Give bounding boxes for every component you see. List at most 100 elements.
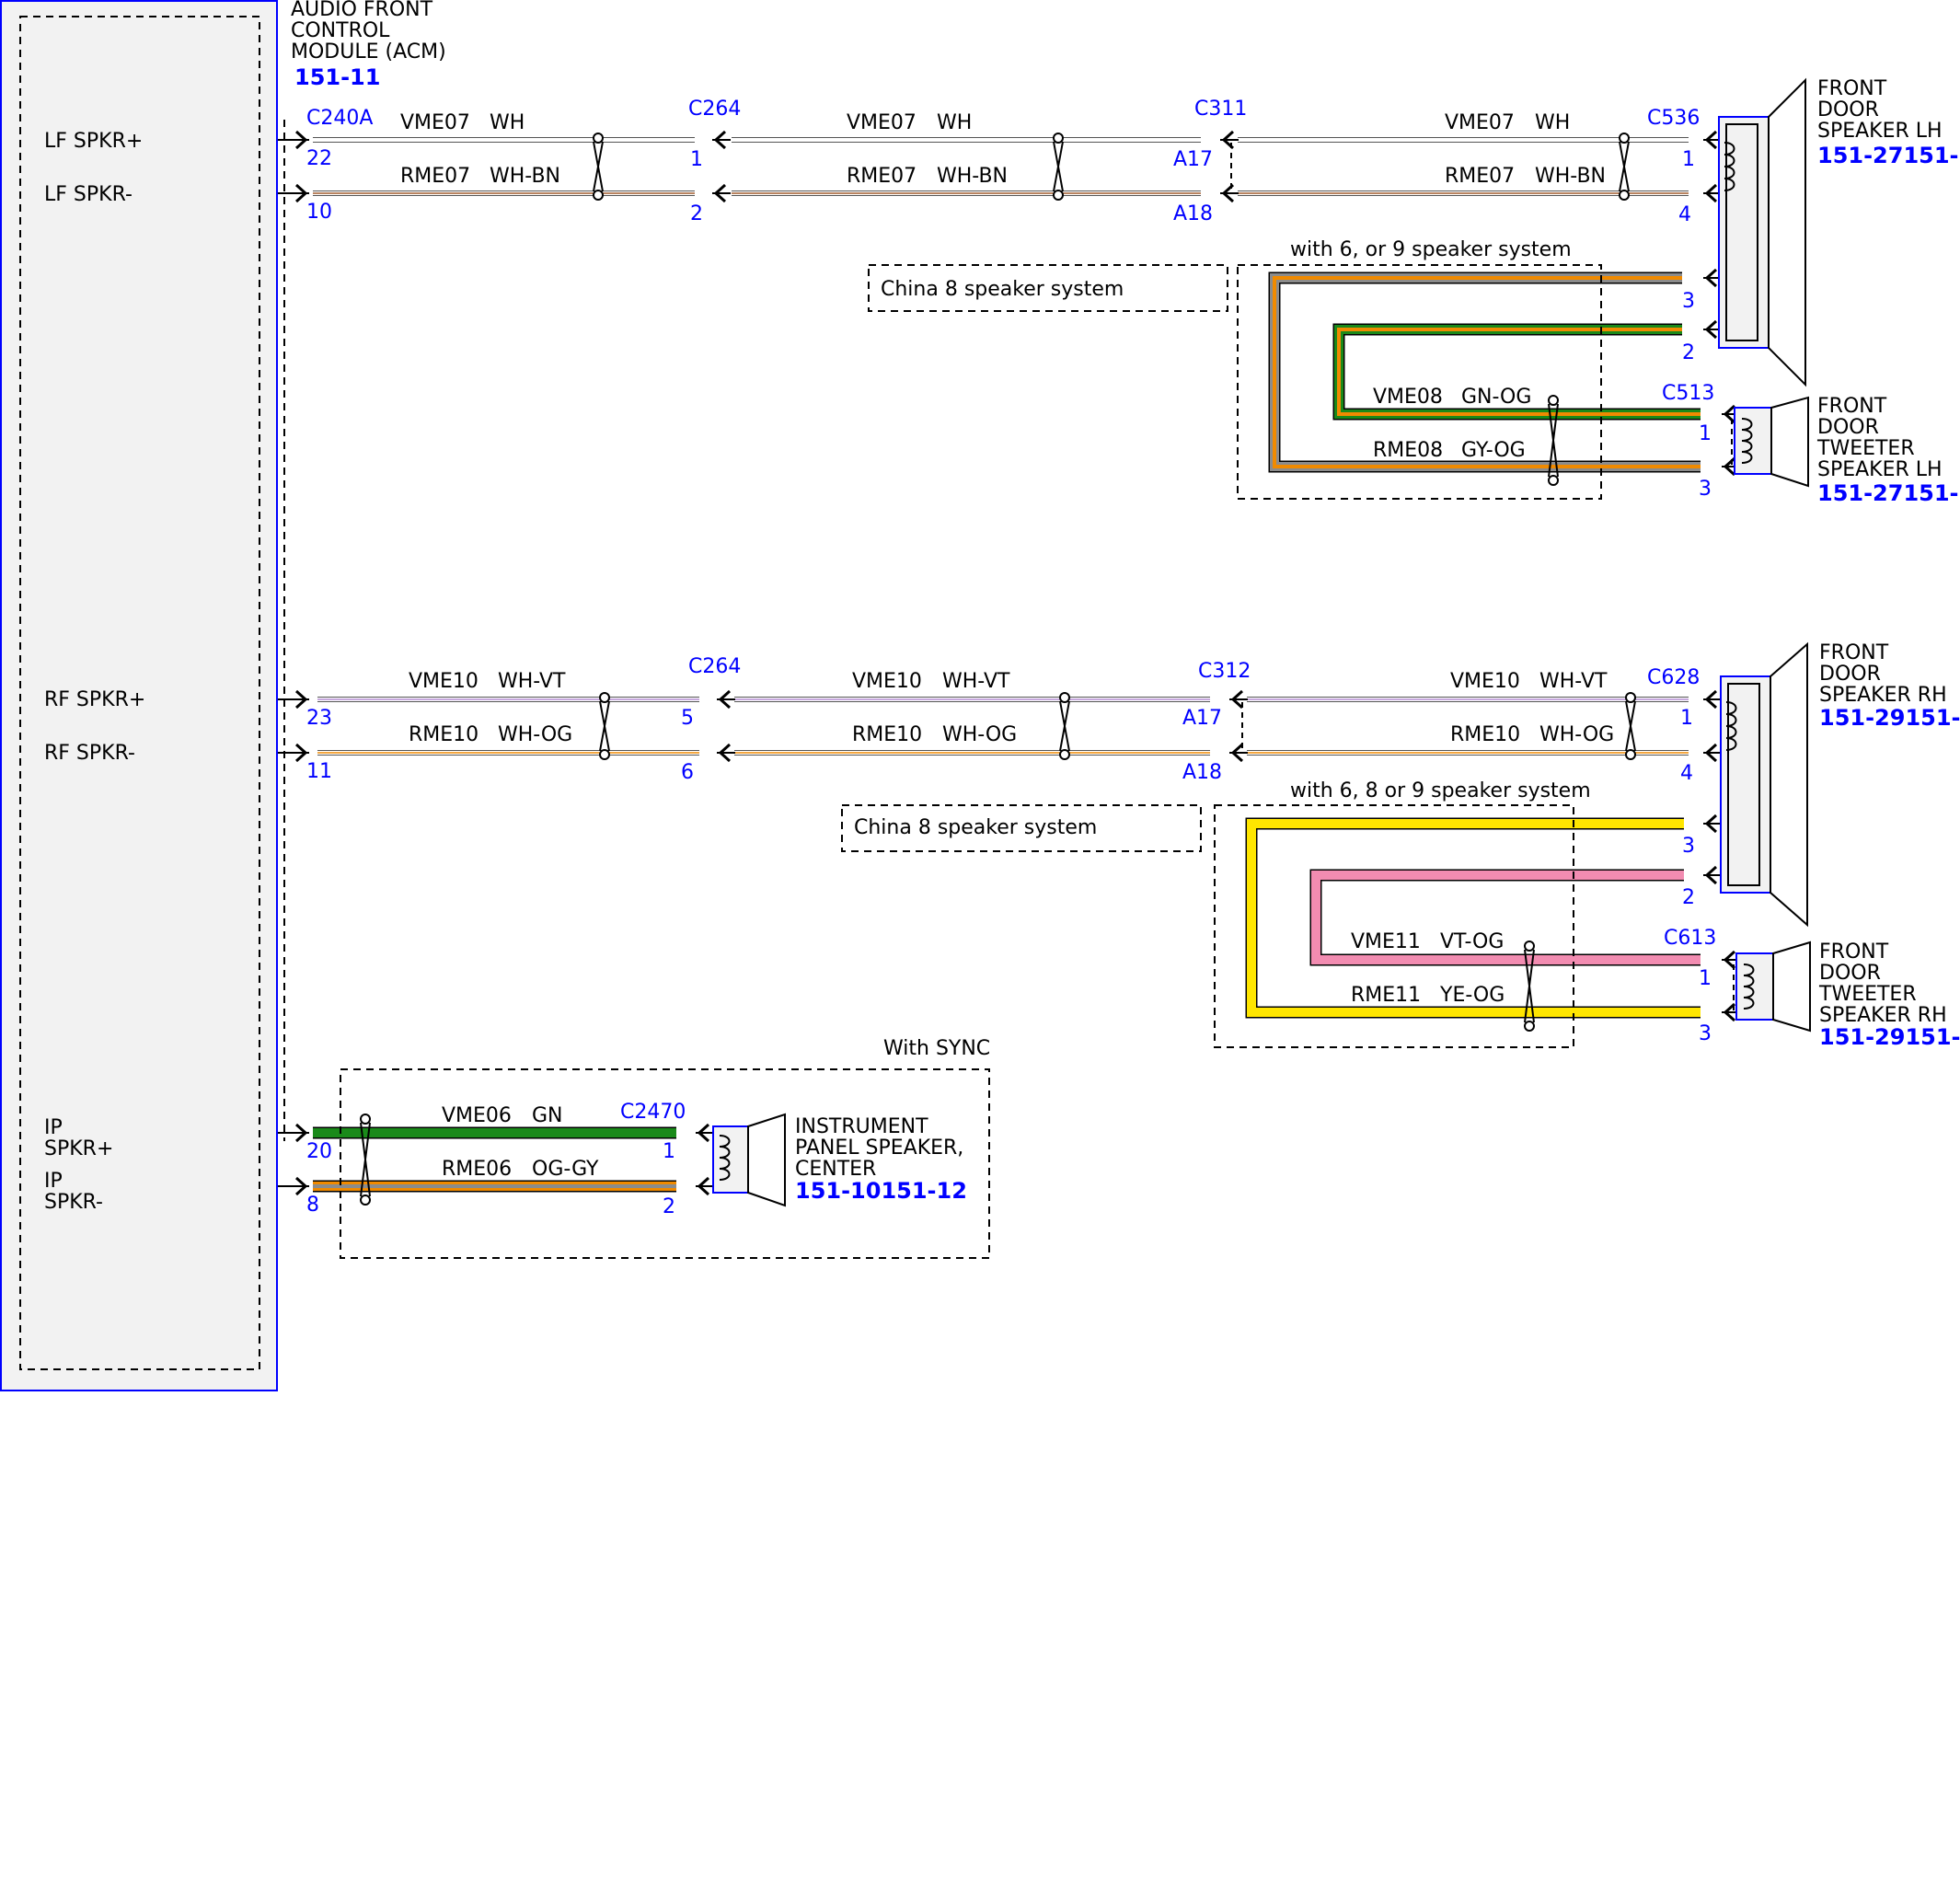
lf-twist-3-bottom <box>1619 190 1630 201</box>
module-pin-number: 11 <box>306 760 332 783</box>
lf-twist-2-top <box>1053 133 1064 144</box>
lf-minus-color: WH-BN <box>937 165 1008 188</box>
lf-c513-label: C513 <box>1662 382 1714 405</box>
ip-twist-bottom <box>360 1194 371 1206</box>
module-pin-number: 23 <box>306 707 332 730</box>
lf-china-note: China 8 speaker system <box>881 278 1124 301</box>
lf-speaker-ref: 151-27151-28 <box>1817 143 1960 168</box>
lf-plus-circuit: VME07 <box>847 111 917 134</box>
module-title: CONTROL <box>291 19 390 42</box>
rf-minus-circuit: RME10 <box>1450 723 1520 746</box>
rf-tweeter-ref: 151-29151-30 <box>1819 1024 1960 1050</box>
lf-plus-color: WH <box>937 111 972 134</box>
rf-c628-label: C628 <box>1647 666 1700 689</box>
lf-c513-pin: 1 <box>1699 422 1712 445</box>
ip-speaker-cone <box>747 1113 786 1207</box>
rf-twist-1 <box>599 700 610 752</box>
lf-tw-plus-color: GN-OG <box>1461 386 1531 409</box>
lf-tw-minus-color: GY-OG <box>1461 439 1526 462</box>
rf-tweeter-label: FRONT <box>1819 940 1889 964</box>
rf-c312-pin: A17 <box>1182 707 1222 730</box>
rf-tweeter-cone <box>1772 940 1811 1033</box>
lf-plus-circuit: VME07 <box>1445 111 1515 134</box>
lf-tw-minus-circuit: RME08 <box>1373 439 1443 462</box>
rf-twist-1-top <box>599 692 610 703</box>
lf-tweeter-cone <box>1770 396 1809 488</box>
lf-twist-2 <box>1053 141 1064 192</box>
lf-tweeter-label: FRONT <box>1817 395 1887 418</box>
module-pin-label: IP <box>44 1116 63 1139</box>
ip-speaker-label: PANEL SPEAKER, <box>795 1137 963 1160</box>
lf-twist-1-top <box>593 133 604 144</box>
rf-twist-tweeter-top <box>1524 940 1535 952</box>
rf-minus-circuit: RME10 <box>852 723 922 746</box>
rf-option-note: with 6, 8 or 9 speaker system <box>1290 779 1591 802</box>
ip-plus-color: GN <box>532 1104 563 1127</box>
lf-plus-color: WH <box>1535 111 1570 134</box>
rf-c628-pin: 1 <box>1680 707 1693 730</box>
lf-c311-pin: A18 <box>1173 202 1213 225</box>
lf-twist-tweeter-top <box>1548 395 1559 406</box>
rf-minus-color: WH-OG <box>1539 723 1614 746</box>
module-pin-number: 10 <box>306 201 332 224</box>
rf-tw-plus-color: VT-OG <box>1440 930 1504 953</box>
lf-speaker-label: FRONT <box>1817 77 1887 100</box>
rf-tweeter-label: DOOR <box>1819 962 1881 985</box>
rf-c312-pin: A18 <box>1182 761 1222 784</box>
ip-connector-pin: 1 <box>663 1140 675 1163</box>
rf-c264-label: C264 <box>688 655 741 678</box>
rf-plus-circuit: VME10 <box>1450 670 1520 693</box>
lf-twist-3 <box>1619 141 1630 192</box>
ip-speaker-ref: 151-10151-12 <box>795 1178 967 1204</box>
lf-twist-1 <box>593 141 604 192</box>
module-pin-label: RF SPKR- <box>44 742 135 765</box>
ip-minus-circuit: RME06 <box>442 1158 512 1181</box>
rf-c628-pin: 3 <box>1682 835 1695 858</box>
rf-speaker-label: FRONT <box>1819 641 1889 664</box>
rf-twist-2 <box>1059 700 1070 752</box>
wiring-diagram: AUDIO FRONTCONTROLMODULE (ACM)151-11 C240… <box>0 0 1960 1391</box>
module-pin-label: LF SPKR- <box>44 183 133 206</box>
ip-option-note: With SYNC <box>883 1037 990 1060</box>
module-pin-label: SPKR- <box>44 1191 103 1214</box>
rf-c628-pin: 4 <box>1680 762 1693 785</box>
lf-c311-label: C311 <box>1194 98 1247 121</box>
ip-option-box <box>340 1068 990 1259</box>
rf-twist-2-bottom <box>1059 749 1070 760</box>
lf-tw-plus-circuit: VME08 <box>1373 386 1443 409</box>
module-ref: 151-11 <box>294 64 380 90</box>
module-pin-label: SPKR+ <box>44 1137 113 1160</box>
lf-twist-3-top <box>1619 133 1630 144</box>
ip-connector-pin: 2 <box>663 1195 675 1218</box>
rf-plus-color: WH-VT <box>498 670 566 693</box>
rf-c613-pin: 3 <box>1699 1022 1712 1045</box>
lf-twist-1-bottom <box>593 190 604 201</box>
rf-minus-color: WH-OG <box>498 723 572 746</box>
lf-tweeter-label: SPEAKER LH <box>1817 458 1943 481</box>
lf-minus-color: WH-BN <box>490 165 560 188</box>
rf-c613-label: C613 <box>1664 927 1716 950</box>
lf-plus-color: WH <box>490 111 525 134</box>
rf-speaker-cone <box>1770 641 1808 928</box>
module-pin-label: IP <box>44 1170 63 1193</box>
lf-c264-label: C264 <box>688 98 741 121</box>
lf-c311-pin: A17 <box>1173 148 1213 171</box>
lf-tweeter-label: DOOR <box>1817 416 1879 439</box>
ip-twist-top <box>360 1114 371 1125</box>
lf-c536-pin: 1 <box>1682 148 1695 171</box>
rf-tweeter-label: TWEETER <box>1818 983 1917 1006</box>
rf-twist-3-top <box>1625 692 1636 703</box>
module-title: MODULE (ACM) <box>291 40 446 63</box>
lf-c264-pin: 2 <box>690 202 703 225</box>
rf-minus-color: WH-OG <box>942 723 1017 746</box>
lf-tweeter-label: TWEETER <box>1816 437 1915 460</box>
rf-plus-color: WH-VT <box>1539 670 1608 693</box>
rf-twist-3 <box>1625 700 1636 752</box>
lf-minus-circuit: RME07 <box>847 165 917 188</box>
ip-minus-color: OG-GY <box>532 1158 599 1181</box>
lf-c536-pin: 3 <box>1682 290 1695 313</box>
module-pin-label: RF SPKR+ <box>44 688 145 711</box>
rf-c264-pin: 5 <box>681 707 694 730</box>
rf-plus-color: WH-VT <box>942 670 1010 693</box>
rf-speaker-label: SPEAKER RH <box>1819 684 1947 707</box>
